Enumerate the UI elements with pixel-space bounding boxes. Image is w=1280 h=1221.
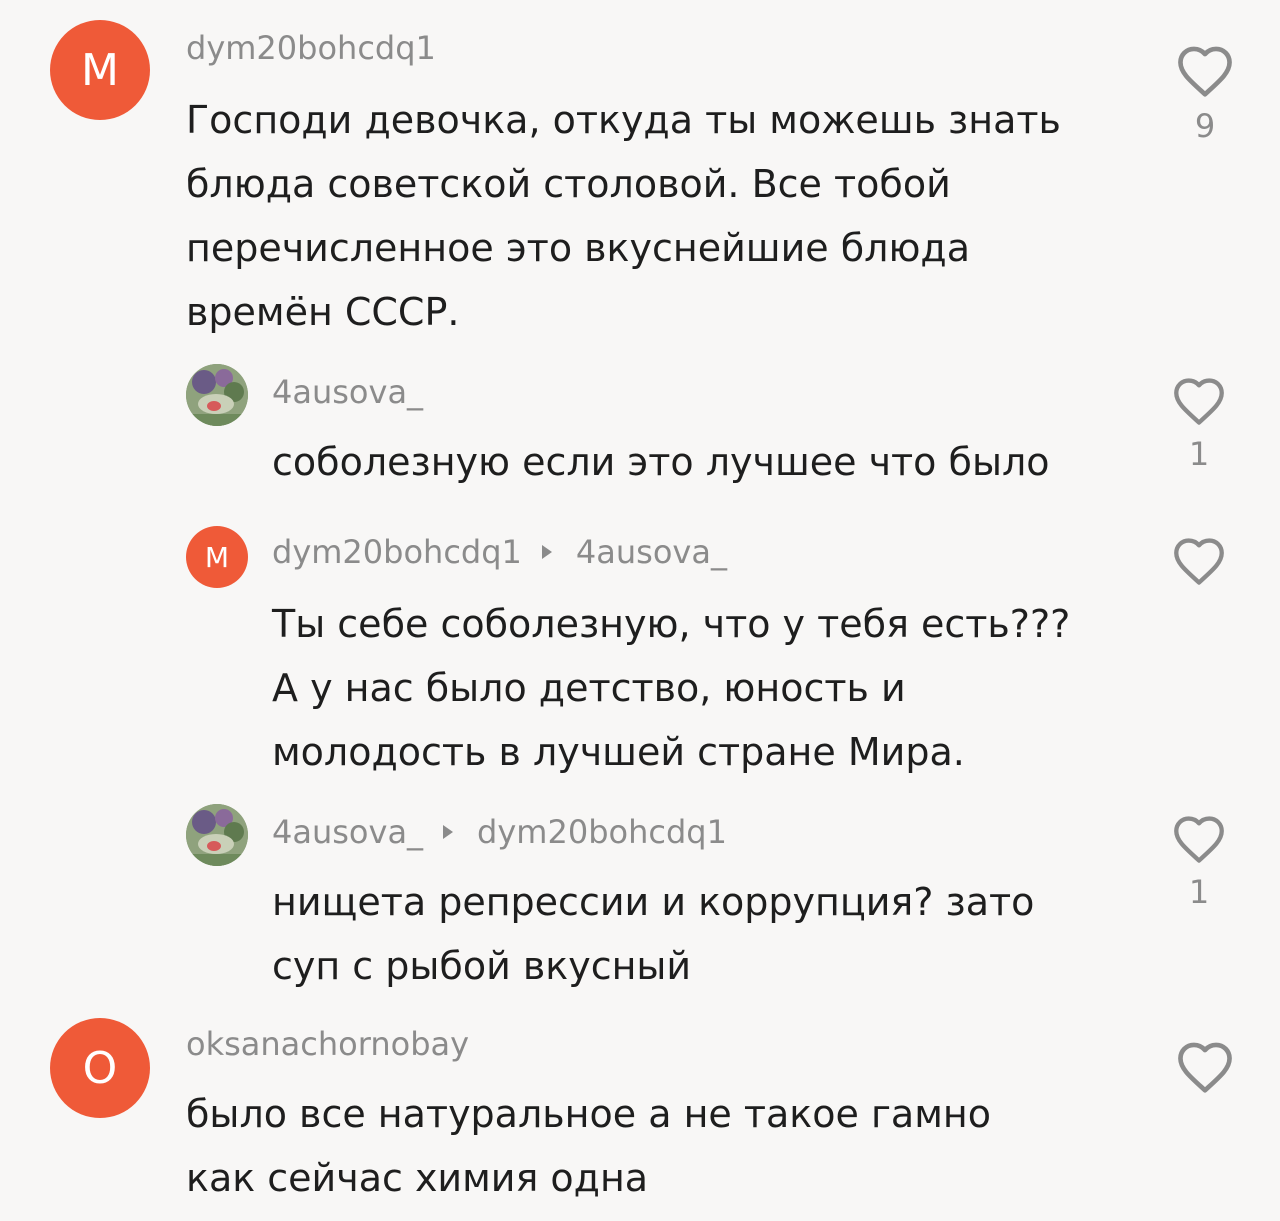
avatar[interactable]: M [186,526,248,588]
heart-outline-icon [1178,1042,1232,1093]
profile-photo-icon [186,804,248,866]
caret-right-icon [443,825,454,839]
avatar-letter: O [82,1042,118,1094]
avatar-letter: M [204,540,230,574]
reply-to-username[interactable]: dym20bohcdq1 [477,812,727,852]
like-count: 9 [1194,107,1216,145]
like-button[interactable]: 9 [1170,44,1240,146]
avatar[interactable] [186,804,248,866]
heart-outline-icon [1174,538,1224,585]
username-label: oksanachornobay [186,1025,470,1063]
like-button[interactable] [1170,1040,1240,1102]
comment-username[interactable]: oksanachornobay [186,1024,469,1064]
like-button[interactable]: 1 [1164,376,1234,474]
avatar[interactable] [186,364,248,426]
like-button[interactable]: 1 [1164,814,1234,912]
comment-text: нищета репрессии и коррупция? зато суп с… [272,880,1035,988]
comment-text: Ты себе соболезную, что у тебя есть??? А… [272,602,1071,774]
comment-username[interactable]: 4ausova_ dym20bohcdq1 [272,812,727,852]
username-label: dym20bohcdq1 [186,29,436,67]
avatar[interactable]: O [50,1018,150,1118]
reply-to-username[interactable]: 4ausova_ [576,532,727,572]
heart-outline-icon [1174,378,1224,425]
caret-right-icon [541,545,552,559]
like-count: 1 [1188,435,1210,473]
comment-username[interactable]: 4ausova_ [272,372,423,412]
comment-text: соболезную если это лучшее что было [272,440,1050,484]
comment-text: было все натуральное а не такое гамно ка… [186,1092,991,1200]
heart-outline-icon [1178,46,1232,97]
username-label: 4ausova_ [272,813,424,851]
avatar[interactable]: M [50,20,150,120]
avatar-letter: M [81,44,119,96]
comment-username[interactable]: dym20bohcdq1 4ausova_ [272,532,727,572]
comments-list: M dym20bohcdq1 Господи девочка, откуда т… [0,0,1280,1221]
comment-text: Господи девочка, откуда ты можешь знать … [186,98,1061,334]
profile-photo-icon [186,364,248,426]
username-label: 4ausova_ [272,373,424,411]
like-count: 1 [1188,873,1210,911]
like-button[interactable] [1164,536,1234,594]
heart-outline-icon [1174,816,1224,863]
username-label: dym20bohcdq1 [272,533,522,571]
comment-username[interactable]: dym20bohcdq1 [186,28,436,68]
